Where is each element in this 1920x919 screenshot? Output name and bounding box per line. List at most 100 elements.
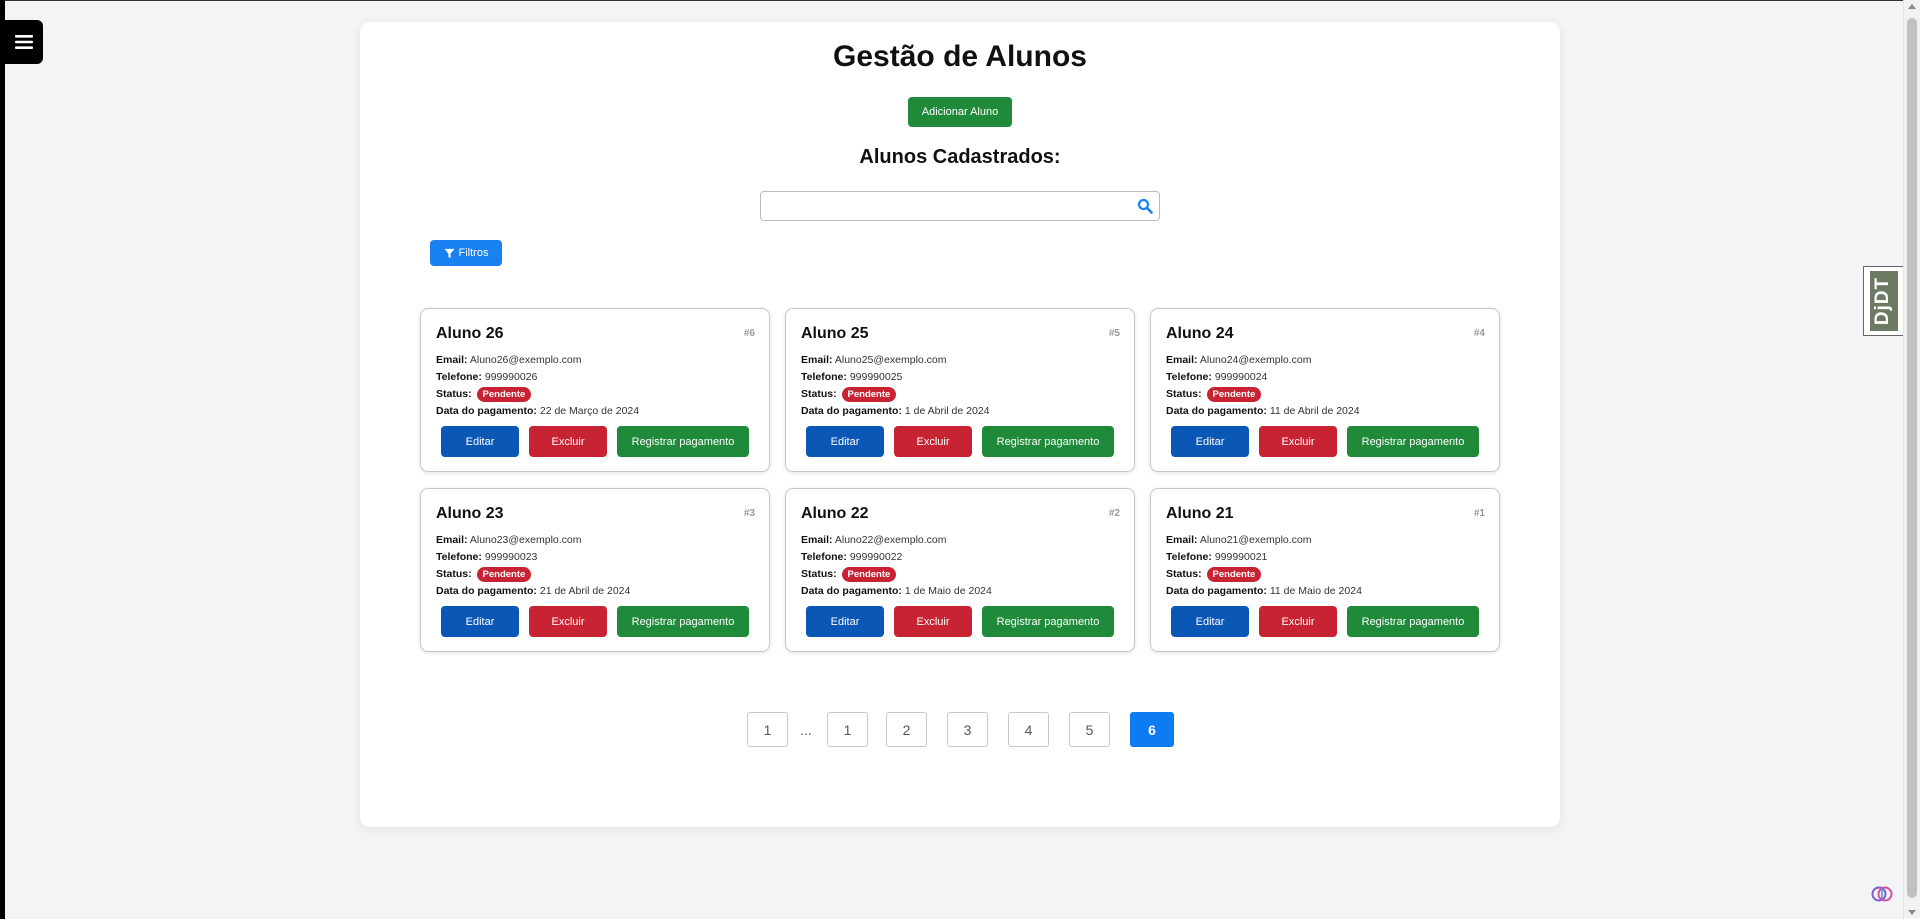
email-label: Email: — [1166, 534, 1198, 546]
filters-button-label: Filtros — [458, 247, 489, 259]
scrollbar-thumb[interactable] — [1907, 18, 1917, 898]
search-input[interactable] — [761, 192, 1131, 220]
phone-label: Telefone: — [1166, 371, 1212, 383]
status-badge: Pendente — [476, 387, 532, 402]
student-id: #4 — [1473, 328, 1485, 339]
edit-button[interactable]: Editar — [1171, 426, 1249, 457]
payment-date-label: Data do pagamento: — [801, 585, 902, 597]
student-id: #1 — [1473, 508, 1485, 519]
payment-date-value: 11 de Maio de 2024 — [1269, 585, 1362, 597]
page-button-4[interactable]: 4 — [1008, 712, 1049, 747]
status-badge: Pendente — [841, 567, 897, 582]
edit-button[interactable]: Editar — [441, 426, 519, 457]
email-row: Email: Aluno26@exemplo.com — [436, 354, 582, 366]
edit-button[interactable]: Editar — [806, 606, 884, 637]
status-label: Status: — [1166, 388, 1202, 400]
student-card: Aluno 21 #1 Email: Aluno21@exemplo.com T… — [1150, 488, 1500, 652]
delete-button[interactable]: Excluir — [894, 606, 972, 637]
status-row: Status: Pendente — [436, 387, 532, 402]
email-label: Email: — [801, 354, 833, 366]
page-button-6-current[interactable]: 6 — [1130, 712, 1174, 747]
email-row: Email: Aluno22@exemplo.com — [801, 534, 947, 546]
phone-label: Telefone: — [1166, 551, 1212, 563]
student-name: Aluno 24 — [1166, 325, 1234, 342]
delete-button[interactable]: Excluir — [1259, 426, 1337, 457]
edit-button[interactable]: Editar — [441, 606, 519, 637]
status-badge: Pendente — [841, 387, 897, 402]
add-student-button[interactable]: Adicionar Aluno — [908, 97, 1012, 127]
scroll-down-arrow-icon[interactable] — [1908, 910, 1916, 915]
student-id: #5 — [1108, 328, 1120, 339]
hamburger-icon — [15, 35, 33, 49]
page-title: Gestão de Alunos — [833, 40, 1087, 73]
phone-value: 999990022 — [849, 551, 903, 563]
student-name: Aluno 23 — [436, 505, 504, 522]
student-name: Aluno 22 — [801, 505, 869, 522]
payment-date-row: Data do pagamento: 11 de Maio de 2024 — [1166, 585, 1362, 597]
phone-value: 999990026 — [484, 371, 538, 383]
email-row: Email: Aluno24@exemplo.com — [1166, 354, 1312, 366]
student-name: Aluno 26 — [436, 325, 504, 342]
sidebar-edge — [0, 0, 5, 919]
phone-row: Telefone: 999990025 — [801, 371, 902, 383]
status-badge: Pendente — [1206, 387, 1262, 402]
status-label: Status: — [801, 388, 837, 400]
page-button-2[interactable]: 2 — [886, 712, 927, 747]
vertical-scrollbar[interactable] — [1903, 0, 1920, 919]
phone-row: Telefone: 999990022 — [801, 551, 902, 563]
student-card-grid: Aluno 26 #6 Email: Aluno26@exemplo.com T… — [420, 308, 1500, 652]
page-button-3[interactable]: 3 — [947, 712, 988, 747]
register-payment-button[interactable]: Registrar pagamento — [617, 426, 749, 457]
register-payment-button[interactable]: Registrar pagamento — [982, 606, 1114, 637]
status-row: Status: Pendente — [436, 567, 532, 582]
window-top-border — [0, 0, 1920, 1]
pagination: 1 ... 1 2 3 4 5 6 — [747, 712, 1187, 747]
phone-value: 999990021 — [1214, 551, 1268, 563]
debug-toolbar-handle[interactable]: DjDT — [1863, 266, 1903, 336]
payment-date-row: Data do pagamento: 1 de Maio de 2024 — [801, 585, 992, 597]
edit-button[interactable]: Editar — [806, 426, 884, 457]
status-label: Status: — [801, 568, 837, 580]
student-card: Aluno 26 #6 Email: Aluno26@exemplo.com T… — [420, 308, 770, 472]
register-payment-button[interactable]: Registrar pagamento — [982, 426, 1114, 457]
email-label: Email: — [436, 534, 468, 546]
delete-button[interactable]: Excluir — [529, 426, 607, 457]
pagination-ellipsis: ... — [800, 721, 812, 738]
debug-toolbar-logo: DjDT — [1869, 271, 1898, 331]
search-icon[interactable] — [1137, 198, 1153, 214]
email-label: Email: — [801, 534, 833, 546]
phone-label: Telefone: — [436, 371, 482, 383]
menu-toggle-button[interactable] — [5, 20, 43, 64]
student-card: Aluno 25 #5 Email: Aluno25@exemplo.com T… — [785, 308, 1135, 472]
status-label: Status: — [436, 568, 472, 580]
status-row: Status: Pendente — [801, 567, 897, 582]
register-payment-button[interactable]: Registrar pagamento — [1347, 606, 1479, 637]
page-button-1[interactable]: 1 — [827, 712, 868, 747]
payment-date-value: 11 de Abril de 2024 — [1269, 405, 1360, 417]
page-first-button[interactable]: 1 — [747, 712, 788, 747]
edit-button[interactable]: Editar — [1171, 606, 1249, 637]
student-card: Aluno 24 #4 Email: Aluno24@exemplo.com T… — [1150, 308, 1500, 472]
email-value: Aluno26@exemplo.com — [469, 354, 582, 366]
delete-button[interactable]: Excluir — [529, 606, 607, 637]
debug-toolbar-label: DjDT — [1872, 276, 1894, 326]
payment-date-row: Data do pagamento: 22 de Março de 2024 — [436, 405, 639, 417]
search-box — [760, 191, 1160, 221]
page-button-5[interactable]: 5 — [1069, 712, 1110, 747]
scroll-up-arrow-icon[interactable] — [1908, 4, 1916, 9]
phone-row: Telefone: 999990024 — [1166, 371, 1267, 383]
payment-date-value: 22 de Março de 2024 — [539, 405, 640, 417]
register-payment-button[interactable]: Registrar pagamento — [1347, 426, 1479, 457]
filter-icon — [443, 248, 455, 258]
delete-button[interactable]: Excluir — [894, 426, 972, 457]
register-payment-button[interactable]: Registrar pagamento — [617, 606, 749, 637]
payment-date-label: Data do pagamento: — [801, 405, 902, 417]
payment-date-row: Data do pagamento: 11 de Abril de 2024 — [1166, 405, 1360, 417]
delete-button[interactable]: Excluir — [1259, 606, 1337, 637]
filters-button[interactable]: Filtros — [430, 240, 502, 266]
payment-date-label: Data do pagamento: — [1166, 405, 1267, 417]
student-name: Aluno 25 — [801, 325, 869, 342]
status-label: Status: — [1166, 568, 1202, 580]
payment-date-value: 1 de Abril de 2024 — [904, 405, 990, 417]
brain-icon[interactable] — [1870, 882, 1894, 906]
